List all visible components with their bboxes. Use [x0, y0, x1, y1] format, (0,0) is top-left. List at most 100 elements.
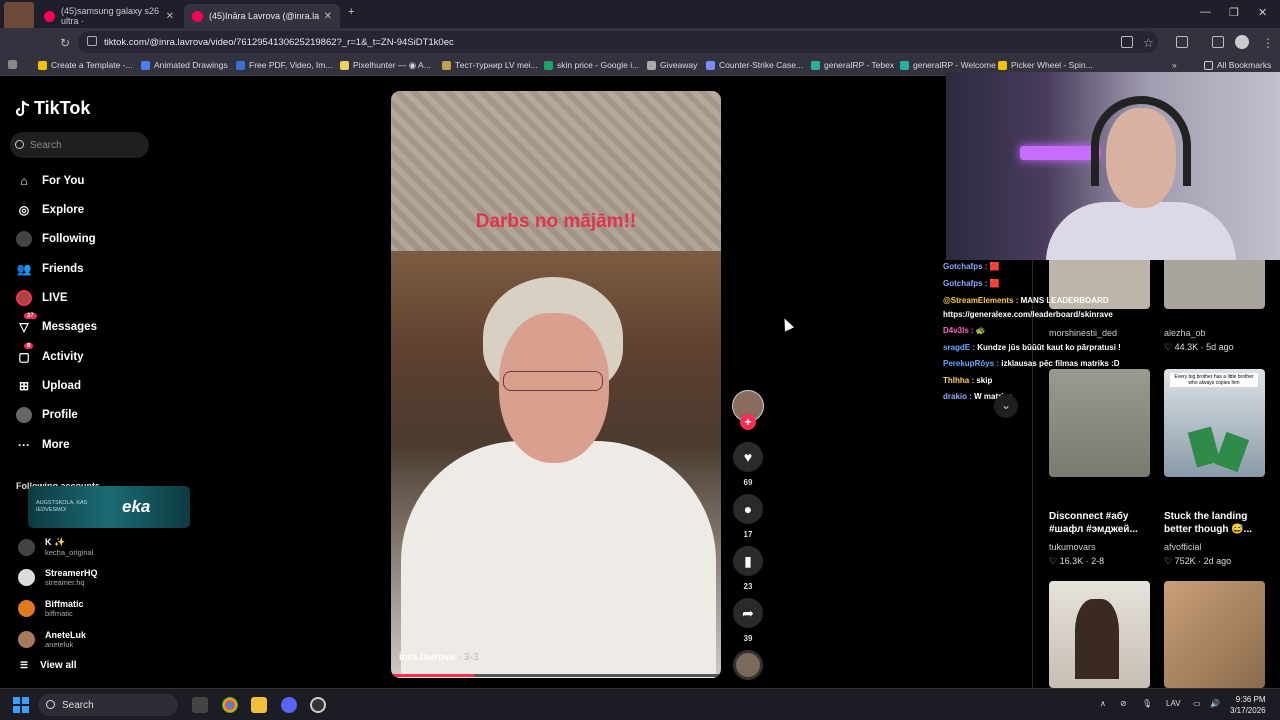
- chrome-icon[interactable]: [222, 697, 238, 713]
- tab-inara[interactable]: (45)Ināra Lavrova (@inra.la ✕: [184, 4, 340, 28]
- extensions-icon[interactable]: [1176, 36, 1188, 48]
- nav-following[interactable]: Following: [16, 231, 96, 247]
- video-thumbnail[interactable]: Every big brother has a little brother w…: [1164, 369, 1265, 477]
- reload-icon[interactable]: ↻: [60, 36, 70, 50]
- video-thumbnail[interactable]: [1049, 369, 1150, 477]
- bookmark-item[interactable]: skin price - Google i...: [544, 60, 639, 70]
- video-thumbnail[interactable]: [1164, 581, 1265, 688]
- new-tab-icon[interactable]: +: [348, 6, 354, 18]
- nav-messages[interactable]: ▽ 37 Messages: [16, 313, 97, 335]
- profile-avatar-icon[interactable]: [1235, 35, 1249, 49]
- windows-start-icon[interactable]: [13, 697, 29, 713]
- account-item[interactable]: K ✨ kecha_original: [18, 537, 93, 557]
- cast-icon[interactable]: [1121, 36, 1133, 48]
- apps-grid-icon[interactable]: [8, 60, 21, 69]
- bookmark-item[interactable]: generalRP - Welcome: [900, 60, 996, 70]
- task-view-icon[interactable]: [192, 697, 208, 713]
- nav-live[interactable]: LIVE: [16, 290, 68, 306]
- maximize-icon[interactable]: ❐: [1229, 6, 1239, 19]
- nav-for-you[interactable]: ⌂ For You: [16, 173, 84, 189]
- video-progress-fill: [391, 674, 474, 677]
- tiktok-note-icon: [16, 100, 30, 116]
- bookmark-item[interactable]: Pixelhunter — ◉ A...: [340, 60, 431, 71]
- close-window-icon[interactable]: ✕: [1258, 6, 1267, 19]
- view-all-link[interactable]: ☰ View all: [20, 660, 77, 671]
- follow-plus-icon[interactable]: +: [740, 414, 756, 430]
- tab-bar: (45)samsung galaxy s26 ultra · ✕ (45)Inā…: [0, 0, 1280, 42]
- thumb-stats: ♡ 752K · 2d ago: [1164, 556, 1232, 566]
- thumb-stats: ♡ 16.3K · 2-8: [1049, 556, 1105, 566]
- video-thumbnail[interactable]: [1164, 254, 1265, 309]
- thumb-title[interactable]: Disconnect #абу #шафл #эмджей...: [1049, 510, 1159, 536]
- like-button[interactable]: ♥ 69: [732, 442, 764, 487]
- tray-volume-icon[interactable]: 🔊: [1210, 699, 1220, 708]
- tray-mic-icon[interactable]: 🎙: [1142, 699, 1152, 708]
- nav-explore[interactable]: ◎ Explore: [16, 202, 84, 218]
- minimize-icon[interactable]: —: [1200, 6, 1211, 18]
- bookmark-item[interactable]: Create a Template -...: [38, 60, 133, 70]
- thumb-stats: ♡ 44.3K · 5d ago: [1164, 342, 1234, 352]
- messages-icon: ▽ 37: [16, 313, 37, 335]
- chat-line: sragdE : Kundze jūs būūūt kaut ko pārpra…: [943, 343, 1121, 352]
- nav-more[interactable]: ··· More: [16, 437, 69, 453]
- all-bookmarks[interactable]: All Bookmarks: [1204, 60, 1271, 70]
- home-icon: ⌂: [20, 174, 28, 188]
- nav-activity[interactable]: ▢ 8 Activity: [16, 343, 84, 365]
- clock[interactable]: 9:36 PM 3/17/2026: [1230, 694, 1266, 716]
- thumb-title[interactable]: Stuck the landing better though 😅...: [1164, 510, 1274, 536]
- bookmark-item[interactable]: Free PDF, Video, Im...: [236, 60, 332, 70]
- close-tab-icon[interactable]: ✕: [324, 11, 332, 22]
- tiktok-logo[interactable]: TikTok: [16, 98, 90, 119]
- close-tab-icon[interactable]: ✕: [166, 11, 174, 22]
- bookmark-icon: [647, 60, 656, 70]
- video-author[interactable]: inra.lavrova · 3-3: [399, 652, 479, 663]
- tab-samsung[interactable]: (45)samsung galaxy s26 ultra · ✕: [36, 4, 182, 28]
- bookmark-item[interactable]: Picker Wheel - Spin...: [998, 60, 1093, 70]
- thumb-author[interactable]: tukumovars: [1049, 542, 1096, 552]
- bookmark-item[interactable]: Giveaway: [647, 60, 697, 70]
- tray-chevron-icon[interactable]: ∧: [1100, 699, 1106, 708]
- headphones-icon: [1091, 96, 1191, 186]
- comment-button[interactable]: ● 17: [732, 494, 764, 539]
- obs-icon[interactable]: [310, 697, 326, 713]
- language-indicator[interactable]: LAV: [1166, 699, 1181, 708]
- banner-small-text: AUGSTSKOLA, KAS IEDVESMO!: [36, 500, 88, 513]
- avatar: [18, 600, 35, 617]
- tray-monitor-icon[interactable]: ▭: [1193, 699, 1201, 708]
- bookmark-item[interactable]: Animated Drawings: [141, 60, 228, 70]
- sound-disc-icon[interactable]: [733, 650, 763, 680]
- bookmark-icon: [236, 60, 245, 70]
- address-bar-row: ↻ tiktok.com/@inra.lavrova/video/7612954…: [0, 28, 1280, 56]
- search-input[interactable]: Search: [10, 132, 149, 158]
- save-button[interactable]: ▮ 23: [732, 546, 764, 591]
- menu-dots-icon[interactable]: ⋮: [1262, 36, 1274, 50]
- url-input[interactable]: tiktok.com/@inra.lavrova/video/761295413…: [78, 31, 1158, 53]
- video-thumbnail[interactable]: [1049, 581, 1150, 688]
- bookmark-star-icon[interactable]: ☆: [1143, 36, 1154, 50]
- file-explorer-icon[interactable]: [251, 697, 267, 713]
- more-bookmarks-icon[interactable]: »: [1172, 60, 1177, 70]
- media-icon[interactable]: [1212, 36, 1224, 48]
- ad-banner: AUGSTSKOLA, KAS IEDVESMO! eka: [28, 486, 190, 528]
- account-item[interactable]: StreamerHQ streamer.hq: [18, 568, 98, 587]
- bookmark-item[interactable]: generalRP - Tebex: [811, 60, 894, 70]
- chat-line: D4v3ls : 🐢: [943, 326, 986, 335]
- bookmark-item[interactable]: Тест-турнир LV mei...: [442, 60, 538, 70]
- site-info-icon[interactable]: [87, 36, 97, 46]
- scroll-down-chevron-icon[interactable]: ⌄: [994, 394, 1018, 418]
- tray-network-icon[interactable]: ⊘: [1120, 699, 1127, 708]
- discord-icon[interactable]: [281, 697, 297, 713]
- video-progress-bar[interactable]: [391, 674, 721, 677]
- thumb-author[interactable]: afvofficial: [1164, 542, 1201, 552]
- nav-upload[interactable]: ⊞ Upload: [16, 378, 81, 394]
- taskbar-search[interactable]: Search: [38, 694, 178, 716]
- account-item[interactable]: AneteLuk aneteluk: [18, 630, 86, 649]
- share-button[interactable]: ➦ 39: [732, 598, 764, 643]
- account-item[interactable]: Biffmatic biffmatic: [18, 599, 84, 618]
- friends-icon: 👥: [16, 262, 32, 276]
- list-icon: ☰: [20, 660, 29, 670]
- video-player[interactable]: Darbs no mājām!! inra.lavrova · 3-3: [391, 91, 721, 678]
- nav-friends[interactable]: 👥 Friends: [16, 261, 84, 277]
- nav-profile[interactable]: Profile: [16, 407, 78, 423]
- bookmark-item[interactable]: Counter-Strike Case...: [706, 60, 803, 70]
